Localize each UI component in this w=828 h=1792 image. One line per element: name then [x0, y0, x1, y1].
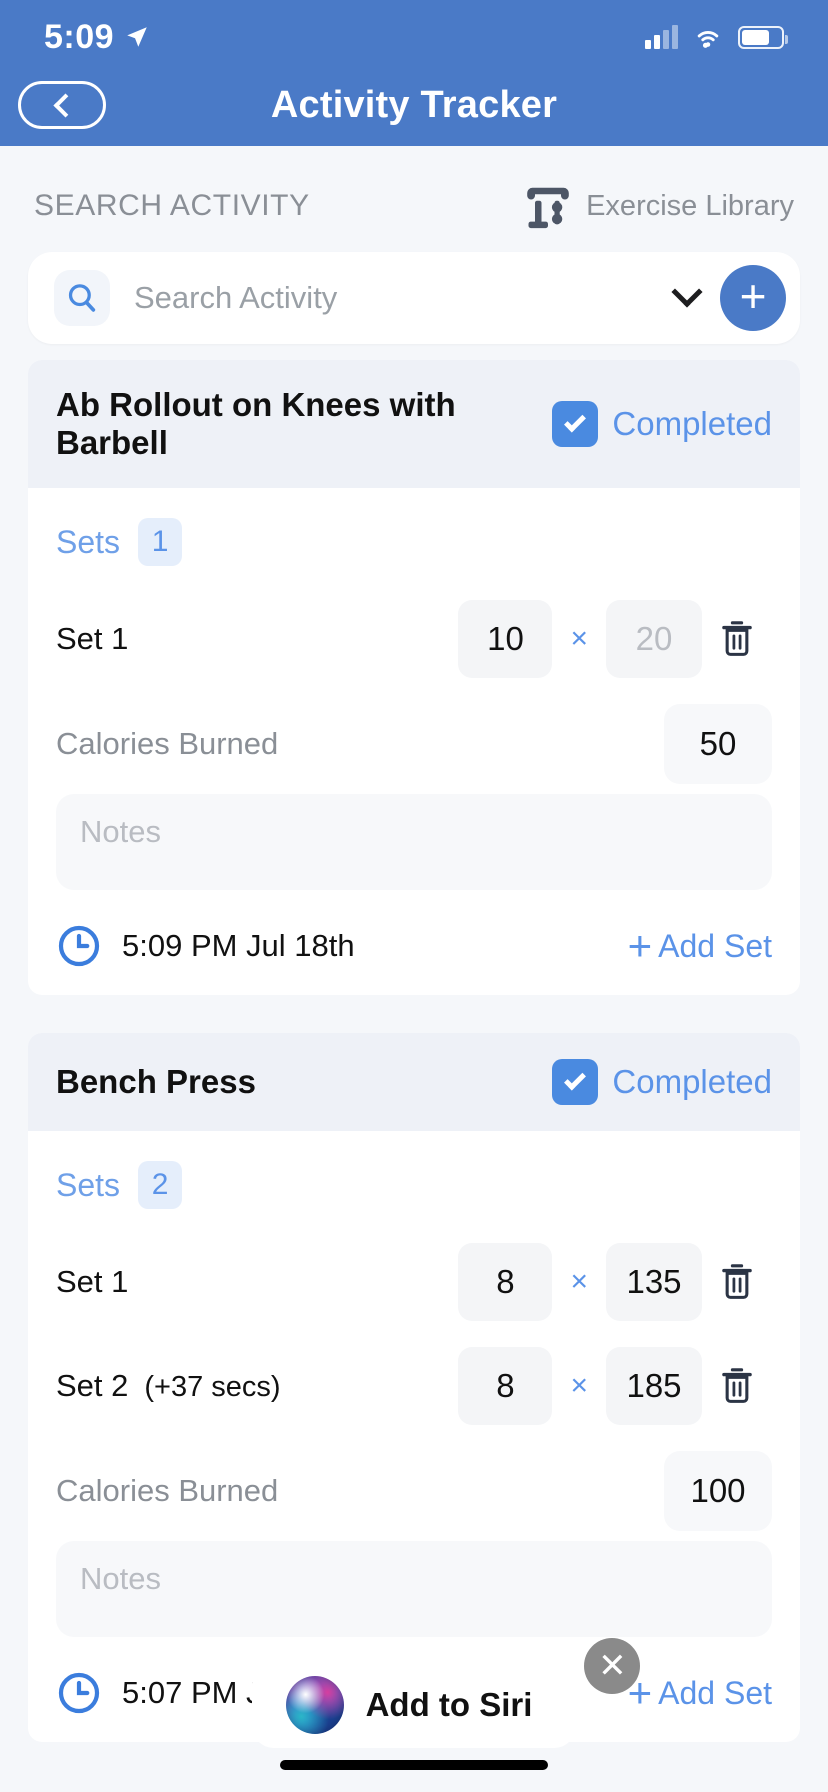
- location-arrow-icon: [127, 27, 147, 47]
- status-bar-indicators: [645, 25, 788, 49]
- delete-set-button[interactable]: [702, 619, 772, 659]
- status-bar-time-group: 5:09: [44, 18, 150, 57]
- check-icon: [564, 1068, 587, 1091]
- app-header: 5:09 Activity Tracker: [0, 0, 828, 146]
- set-reps-field[interactable]: 8: [458, 1243, 553, 1321]
- exercise-card-body: Sets 2 Set 1 8 × 135 Set 2 (+37 secs) 8 …: [28, 1131, 800, 1656]
- set-label-group: Set 1: [56, 1264, 458, 1300]
- add-activity-button[interactable]: +: [720, 265, 786, 331]
- timestamp-group: 5:09 PM Jul 18th: [56, 923, 355, 969]
- set-weight-field[interactable]: 20: [606, 600, 702, 678]
- add-set-label: Add Set: [658, 927, 772, 964]
- set-reps-field[interactable]: 8: [458, 1347, 553, 1425]
- exercise-name: Bench Press: [56, 1063, 256, 1100]
- exercise-card-list: Ab Rollout on Knees with Barbell Complet…: [0, 344, 828, 1742]
- sets-label: Sets: [56, 1166, 121, 1203]
- set-label: Set 1: [56, 621, 129, 656]
- calories-field[interactable]: 50: [664, 704, 772, 784]
- search-section: SEARCH ACTIVITY Exercise Library Search …: [0, 146, 828, 344]
- calories-label: Calories Burned: [56, 726, 279, 761]
- trash-icon: [722, 1368, 752, 1403]
- exercise-name: Ab Rollout on Knees with Barbell: [56, 386, 456, 461]
- chevron-left-icon: [52, 92, 78, 118]
- check-icon: [564, 410, 587, 433]
- exercise-card-body: Sets 1 Set 1 10 × 20 Calories Burned 50 …: [28, 488, 800, 909]
- exercise-card-footer: 5:09 PM Jul 18th + Add Set: [28, 909, 800, 995]
- home-indicator: [280, 1760, 548, 1770]
- sets-header: Sets 2: [56, 1161, 772, 1209]
- status-bar: 5:09: [0, 0, 828, 64]
- timestamp-label: 5:09 PM Jul 18th: [122, 928, 355, 963]
- delete-set-button[interactable]: [702, 1366, 772, 1406]
- back-button[interactable]: [18, 81, 106, 129]
- notes-input[interactable]: [56, 794, 772, 890]
- calories-label: Calories Burned: [56, 1473, 279, 1508]
- multiply-symbol: ×: [570, 622, 588, 655]
- set-label: Set 2: [56, 1368, 129, 1403]
- set-label: Set 1: [56, 1264, 129, 1299]
- calories-field[interactable]: 100: [664, 1451, 772, 1531]
- sets-header: Sets 1: [56, 518, 772, 566]
- delete-set-button[interactable]: [702, 1262, 772, 1302]
- set-weight-field[interactable]: 135: [606, 1243, 702, 1321]
- exercise-card: Ab Rollout on Knees with Barbell Complet…: [28, 360, 800, 995]
- completed-checkbox[interactable]: [552, 401, 599, 447]
- search-section-label: SEARCH ACTIVITY: [34, 189, 310, 222]
- completed-label: Completed: [612, 1063, 772, 1100]
- add-to-siri-label: Add to Siri: [365, 1686, 533, 1723]
- add-set-button[interactable]: + Add Set: [627, 922, 772, 970]
- completed-toggle[interactable]: Completed: [552, 1059, 772, 1105]
- calories-row: Calories Burned 50: [56, 704, 772, 784]
- exercise-library-button[interactable]: Exercise Library: [524, 180, 794, 232]
- navigation-bar: Activity Tracker: [0, 64, 828, 146]
- notes-input[interactable]: [56, 1541, 772, 1637]
- trash-icon: [722, 1264, 752, 1299]
- set-rest-label: (+37 secs): [144, 1371, 281, 1403]
- sets-count-badge: 1: [138, 518, 183, 566]
- search-icon: [54, 270, 110, 326]
- gym-bench-icon: [527, 187, 569, 229]
- app-screen: 5:09 Activity Tracker SEARCH ACTIVITY Ex…: [0, 0, 828, 1792]
- wifi-icon: [697, 31, 719, 48]
- cellular-signal-icon: [645, 25, 678, 49]
- set-reps-field[interactable]: 10: [458, 600, 553, 678]
- sets-label: Sets: [56, 523, 121, 560]
- search-input[interactable]: [110, 280, 666, 316]
- sets-count-badge: 2: [138, 1161, 183, 1209]
- multiply-symbol: ×: [570, 1265, 588, 1298]
- search-section-header: SEARCH ACTIVITY Exercise Library: [28, 180, 800, 232]
- search-bar[interactable]: +: [28, 252, 800, 344]
- set-row: Set 2 (+37 secs) 8 × 185: [56, 1347, 772, 1425]
- completed-toggle[interactable]: Completed: [552, 401, 772, 447]
- multiply-symbol: ×: [570, 1369, 588, 1402]
- siri-icon: [285, 1676, 344, 1734]
- page-title: Activity Tracker: [270, 83, 558, 126]
- chevron-down-icon[interactable]: [671, 276, 703, 308]
- completed-checkbox[interactable]: [552, 1059, 599, 1105]
- exercise-card-header: Ab Rollout on Knees with Barbell Complet…: [28, 360, 800, 488]
- completed-label: Completed: [612, 405, 772, 442]
- close-icon[interactable]: ✕: [584, 1638, 641, 1694]
- set-row: Set 1 8 × 135: [56, 1243, 772, 1321]
- add-to-siri-button[interactable]: Add to Siri ✕: [251, 1638, 641, 1748]
- trash-icon: [722, 621, 752, 656]
- status-time-label: 5:09: [44, 17, 115, 56]
- plus-icon: +: [627, 922, 653, 970]
- set-row: Set 1 10 × 20: [56, 600, 772, 678]
- battery-icon: [738, 25, 788, 49]
- exercise-card-header: Bench Press Completed: [28, 1033, 800, 1131]
- clock-icon: [58, 925, 100, 967]
- exercise-library-label: Exercise Library: [586, 189, 794, 222]
- set-weight-field[interactable]: 185: [606, 1347, 702, 1425]
- set-label-group: Set 2 (+37 secs): [56, 1368, 458, 1404]
- calories-row: Calories Burned 100: [56, 1451, 772, 1531]
